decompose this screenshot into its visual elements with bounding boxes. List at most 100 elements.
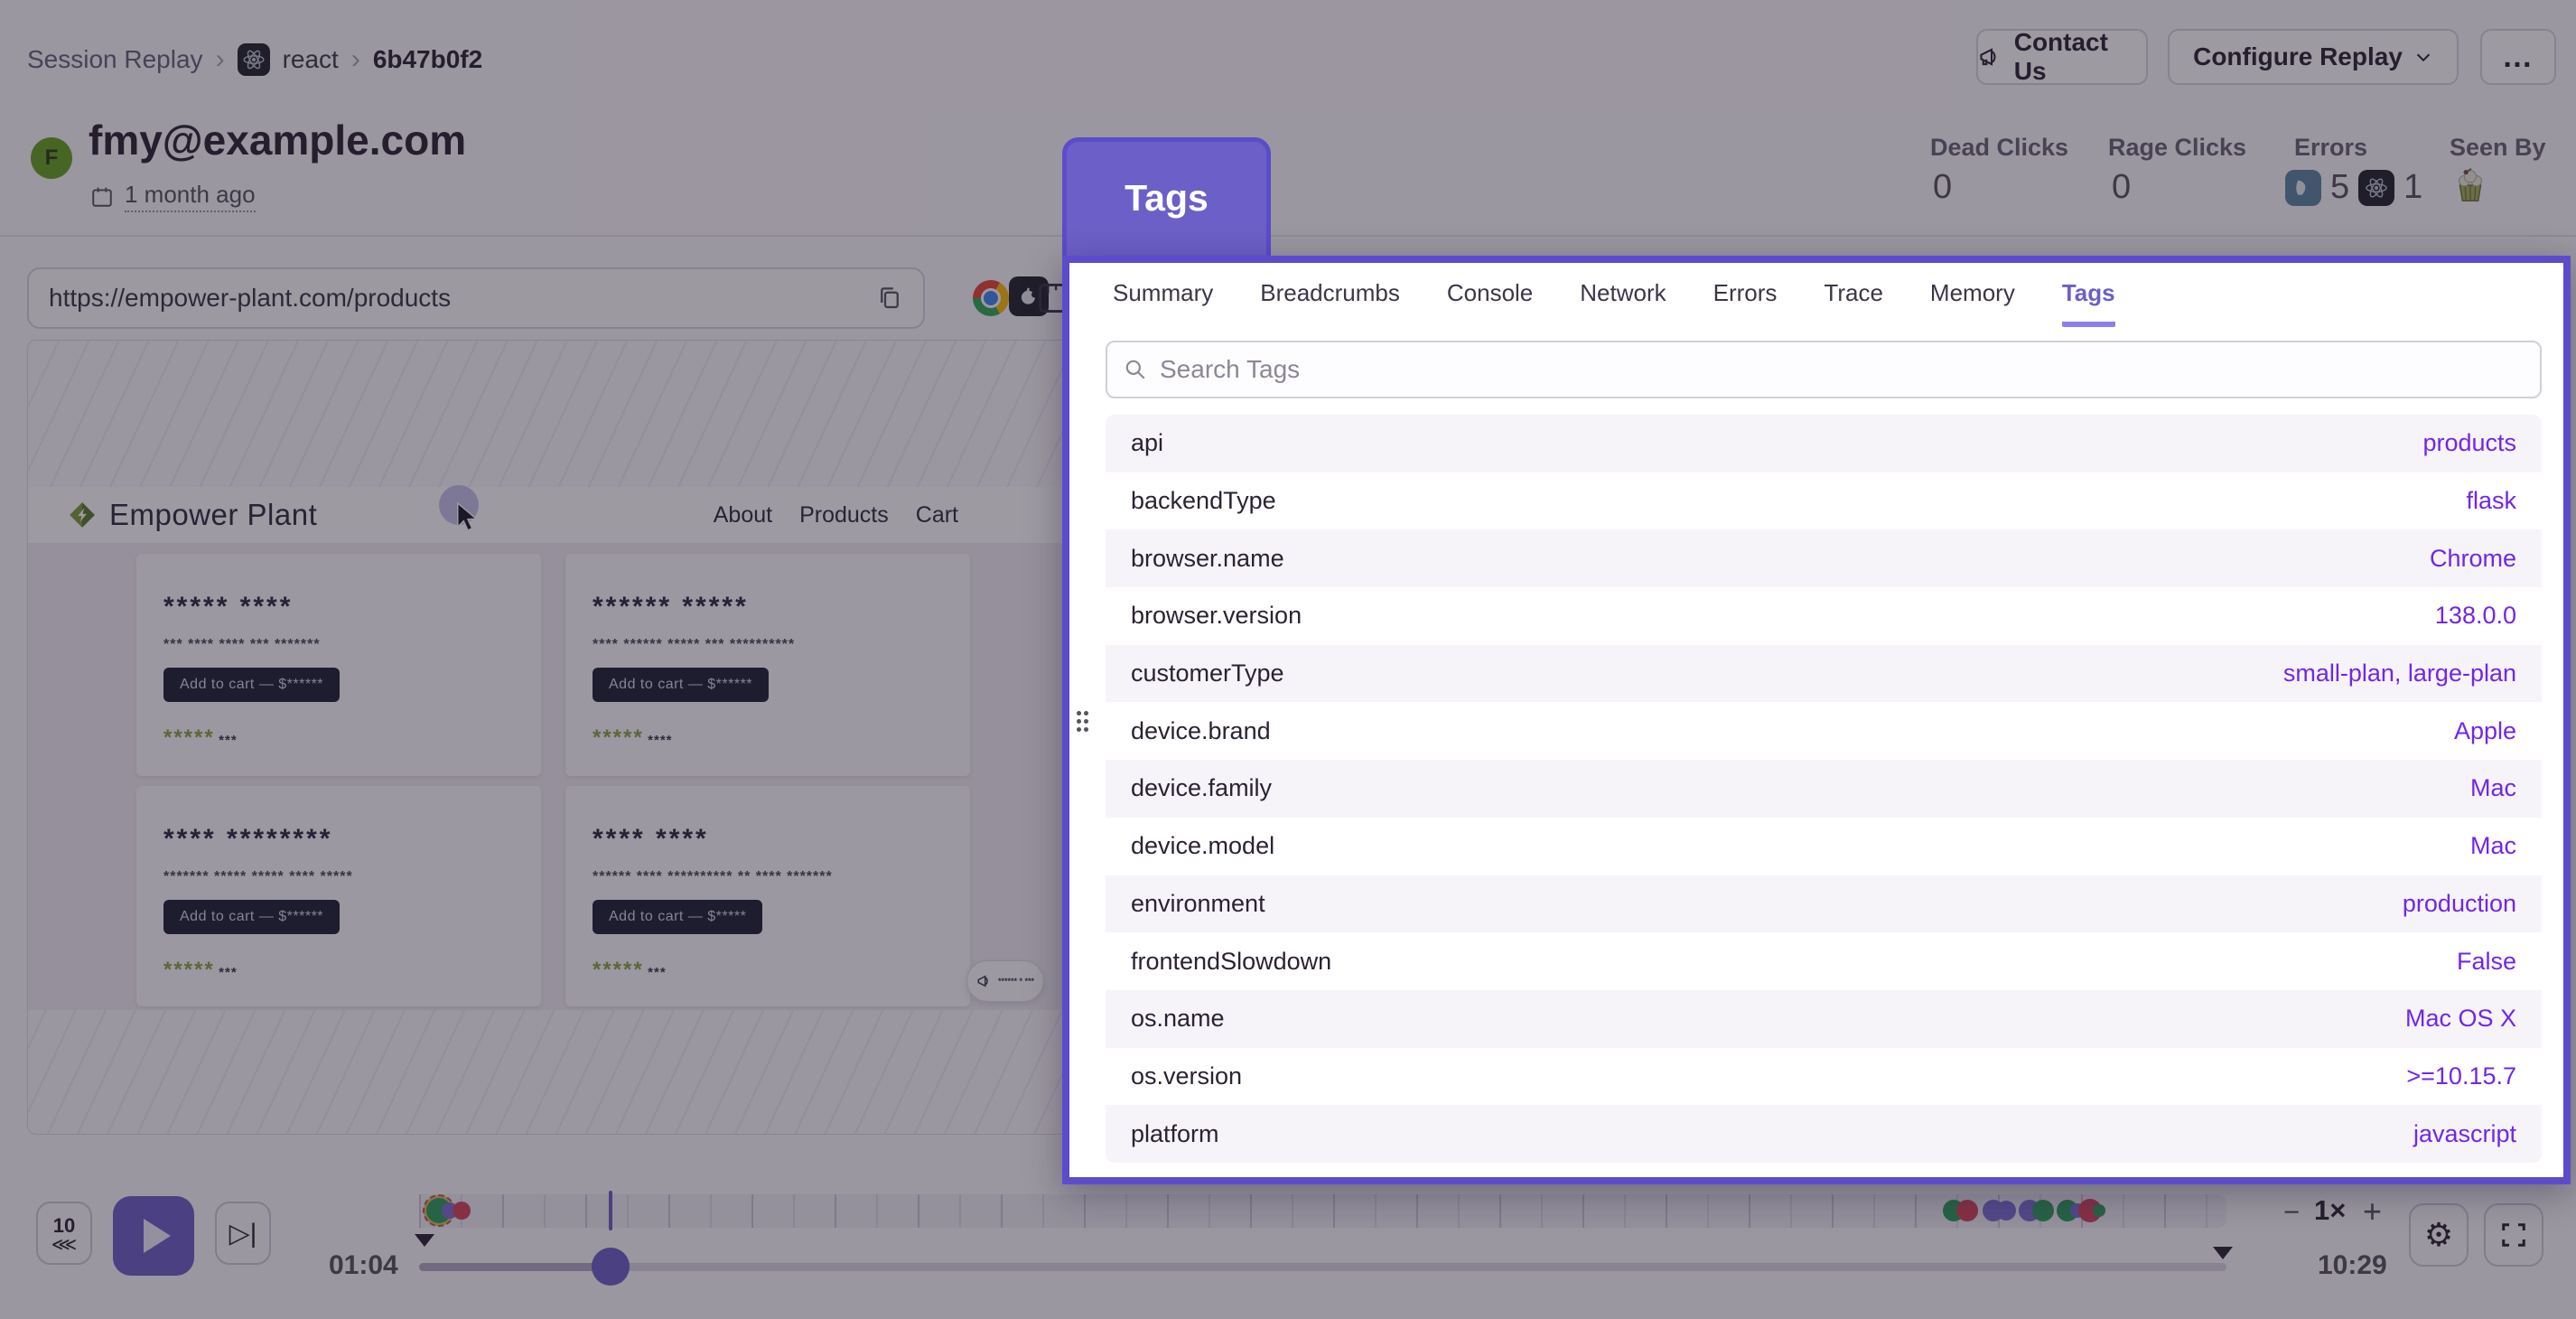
replay-url-bar: https://empower-plant.com/products [27,267,925,329]
tab-trace[interactable]: Trace [1824,279,1883,322]
add-to-cart-button: Add to cart — $****** [163,900,340,934]
replay-details-panel: Summary Breadcrumbs Console Network Errors Tr… [1062,256,2571,1184]
product-rating: ***** *** [593,958,667,983]
product-card: **** ******** ******* ***** ***** **** *… [136,786,541,1006]
timeline-event-dot[interactable] [453,1202,471,1220]
panel-drag-handle[interactable] [1077,711,1095,735]
tag-value-link[interactable]: Chrome [2430,545,2516,573]
tag-value-link[interactable]: javascript [2413,1120,2516,1148]
search-tags-box [1106,341,2542,398]
tag-value-link[interactable]: Mac OS X [2405,1005,2516,1033]
fullscreen-button[interactable] [2484,1203,2543,1267]
tag-row: browser.version138.0.0 [1106,587,2542,645]
empower-plant-logo-icon [68,500,97,529]
masked-product-title: ***** **** [163,592,293,622]
timeline-event-dot[interactable] [1996,1201,2016,1221]
react-project-icon [238,43,270,76]
speed-decrease-button[interactable]: − [2283,1196,2300,1229]
chevron-right-icon: › [351,44,360,75]
configure-replay-button[interactable]: Configure Replay [2168,29,2459,85]
add-to-cart-button: Add to cart — $****** [593,668,769,702]
site-nav-cart: Cart [916,502,958,529]
tag-value-link[interactable]: small-plan, large-plan [2283,660,2516,688]
speed-increase-button[interactable]: + [2363,1193,2382,1230]
rating-count: *** [219,965,238,980]
scrubber-track[interactable] [419,1263,2226,1271]
tab-console[interactable]: Console [1447,279,1533,322]
tag-row: os.nameMac OS X [1106,990,2542,1048]
tag-value-link[interactable]: flask [2466,487,2516,515]
tag-key: device.family [1131,774,1272,802]
rewind-10-button[interactable]: 10 ⋘ [36,1202,92,1265]
errors-label: Errors [2294,134,2367,162]
breadcrumb-project[interactable]: react [283,45,339,74]
search-tags-input[interactable] [1160,355,2524,384]
more-options-button[interactable]: … [2480,29,2556,85]
site-nav-products: Products [799,502,889,529]
add-to-cart-button: Add to cart — $***** [593,900,762,934]
timeline-event-dot[interactable] [2093,1204,2105,1217]
tab-tags[interactable]: Tags [2062,279,2115,327]
masked-product-description: **** ****** ***** *** ********** [593,637,795,653]
mouse-cursor-icon [454,501,481,532]
rating-stars: ***** [163,725,215,750]
rewind-chevrons-icon: ⋘ [51,1238,77,1252]
scrubber-handle[interactable] [592,1248,630,1286]
replay-timestamp: 1 month ago [90,181,256,212]
masked-product-title: ****** ***** [593,592,749,622]
breadcrumb: Session Replay › react › 6b47b0f2 [27,43,482,76]
gear-icon: ⚙ [2424,1217,2453,1254]
tag-value-link[interactable]: production [2403,890,2516,918]
play-icon [144,1219,171,1253]
chevron-down-icon [2413,47,2433,67]
tab-errors[interactable]: Errors [1713,279,1778,322]
contact-us-button[interactable]: Contact Us [1976,29,2148,85]
tags-table: apiproductsbackendTypeflaskbrowser.nameC… [1106,415,2542,1163]
tags-tooltip-label: Tags [1125,177,1209,232]
next-breadcrumb-button[interactable]: ▷| [215,1202,271,1265]
speed-value[interactable]: 1× [2314,1194,2346,1227]
tag-value-link[interactable]: 138.0.0 [2435,602,2516,630]
breadcrumb-replay-id: 6b47b0f2 [373,45,482,74]
tag-row: device.brandApple [1106,702,2542,760]
dead-clicks-label: Dead Clicks [1930,134,2068,162]
tag-key: backendType [1131,487,1276,515]
tags-tab-tooltip: Tags [1062,137,1271,271]
megaphone-icon [1978,44,2003,70]
feedback-pill-text: ****** * *** [998,977,1034,986]
tab-memory[interactable]: Memory [1930,279,2015,322]
errors-value: 5 1 [2285,168,2422,207]
tag-value-link[interactable]: Mac [2470,832,2516,860]
tab-network[interactable]: Network [1580,279,1666,322]
current-time: 01:04 [329,1250,398,1281]
tag-value-link[interactable]: products [2422,429,2516,457]
seen-by-label: Seen By [2450,134,2546,162]
timeline-event-dot[interactable] [1956,1200,1978,1221]
tag-key: customerType [1131,660,1284,688]
masked-product-description: ******* ***** ***** **** ***** [163,869,353,885]
tag-value-link[interactable]: False [2457,948,2516,976]
header-divider [0,235,2576,237]
tag-value-link[interactable]: >=10.15.7 [2406,1062,2516,1090]
timeline-marker [415,1234,434,1247]
tag-value-link[interactable]: Apple [2454,717,2516,745]
breadcrumb-session-replay[interactable]: Session Replay [27,45,203,74]
tag-row: browser.nameChrome [1106,529,2542,587]
tag-value-link[interactable]: Mac [2470,774,2516,802]
tab-summary[interactable]: Summary [1113,279,1213,322]
time-ago-label: 1 month ago [125,181,256,212]
rage-clicks-label: Rage Clicks [2108,134,2246,162]
product-card: **** **** ****** **** ********** ** ****… [565,786,970,1006]
tab-breadcrumbs[interactable]: Breadcrumbs [1260,279,1400,322]
masked-product-title: **** ******** [163,824,332,855]
play-button[interactable] [113,1196,194,1276]
product-rating: ***** *** [163,958,238,983]
site-logo-text: Empower Plant [109,498,317,532]
copy-url-icon[interactable] [876,285,903,312]
react-error-count: 1 [2403,168,2422,207]
settings-button[interactable]: ⚙ [2409,1203,2469,1267]
timeline-event-dot[interactable] [2032,1200,2054,1221]
timeline-playhead [609,1191,612,1230]
rating-count: *** [648,965,667,980]
masked-product-title: **** **** [593,824,709,855]
